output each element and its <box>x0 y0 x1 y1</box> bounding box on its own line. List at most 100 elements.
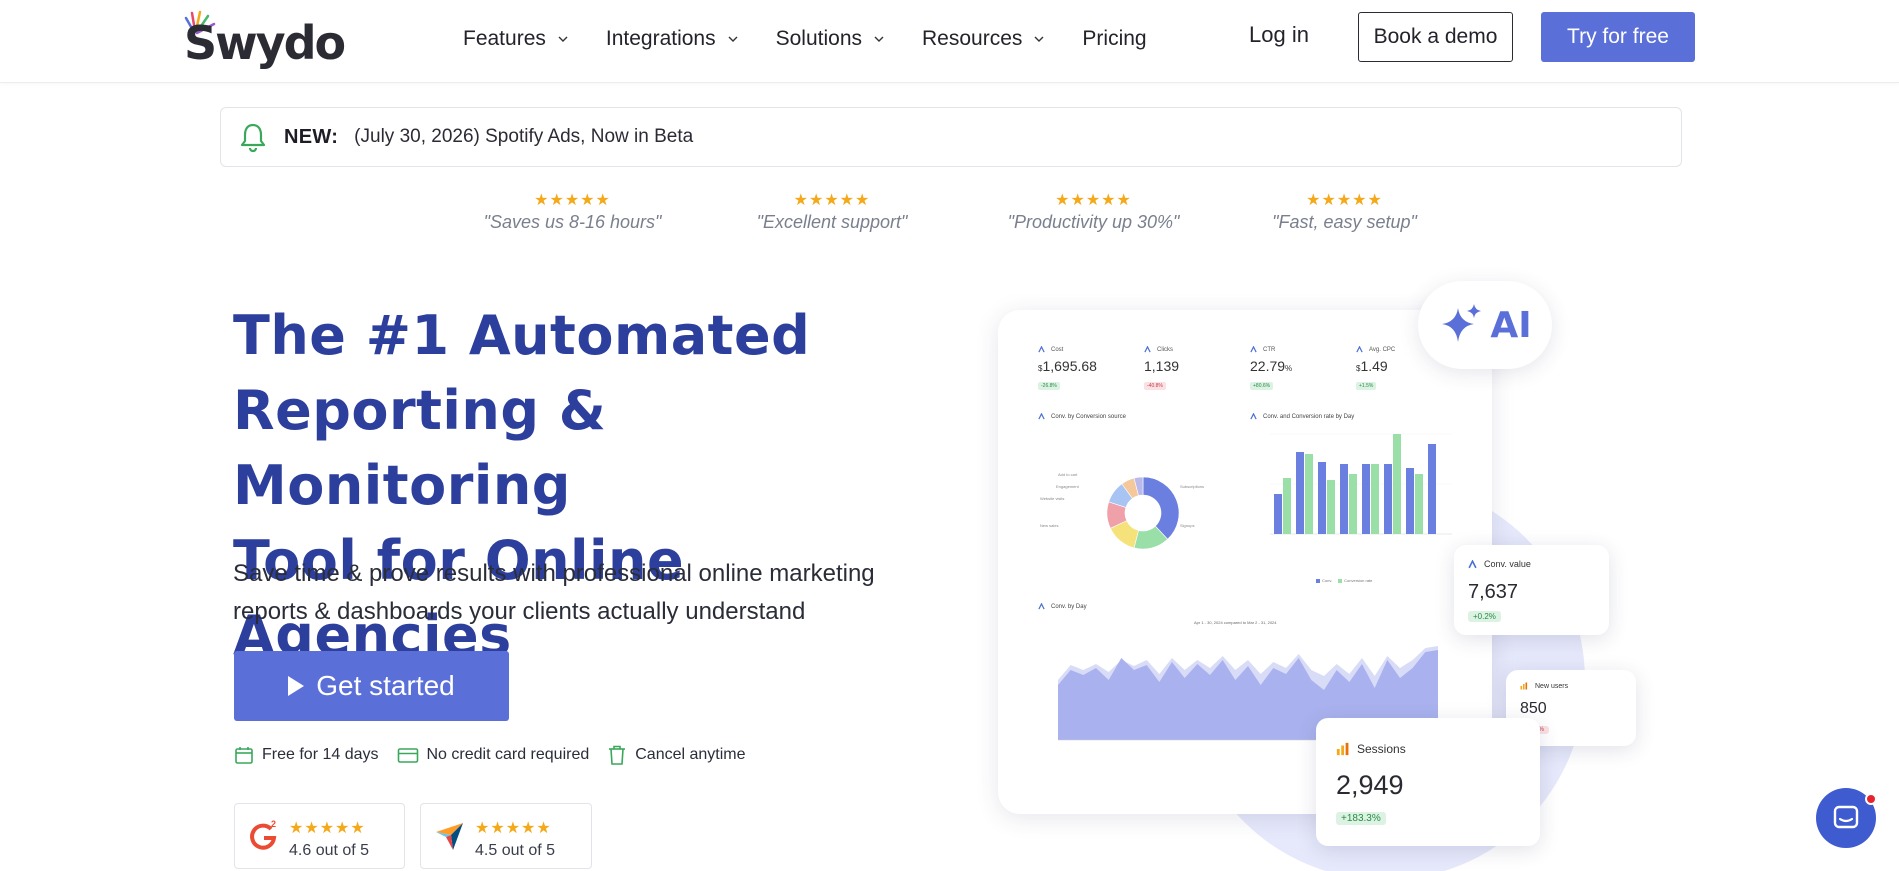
logo-wordmark: Swydo <box>184 16 346 70</box>
nav-item-pricing[interactable]: Pricing <box>1082 24 1146 54</box>
chevron-down-icon <box>558 36 568 42</box>
bar <box>1415 474 1423 534</box>
legend-item: Conv. <box>1316 578 1332 583</box>
capterra-review-card[interactable]: ★★★★★ 4.5 out of 5 <box>420 803 592 869</box>
bar <box>1305 454 1313 534</box>
bar <box>1283 478 1291 534</box>
bar <box>1274 494 1282 534</box>
login-link[interactable]: Log in <box>1249 22 1309 48</box>
donut-slice <box>1142 476 1180 540</box>
google-ads-icon <box>1038 603 1045 610</box>
donut-chart <box>1106 476 1180 550</box>
google-ads-icon <box>1468 559 1477 568</box>
kpi-delta: -40.8% <box>1144 382 1166 390</box>
legend-item: Conversion rate <box>1338 578 1372 583</box>
bar-chart <box>1270 433 1452 535</box>
analytics-icon <box>1336 742 1349 756</box>
hero-title-line: The #1 Automated <box>233 304 811 367</box>
hero-title-line: Reporting & Monitoring <box>233 379 607 517</box>
area-chart-title: Conv. by Day <box>1038 603 1087 610</box>
hero-subtitle-line: reports & dashboards your clients actual… <box>233 598 806 625</box>
try-free-button[interactable]: Try for free <box>1541 12 1695 62</box>
nav-item-resources[interactable]: Resources <box>922 24 1046 54</box>
ai-badge: AI <box>1418 281 1552 369</box>
bar <box>1340 464 1348 534</box>
perk-label: No credit card required <box>426 746 590 763</box>
card-delta: +0.2% <box>1468 611 1501 622</box>
testimonial-strip: ★★★★★ "Saves us 8-16 hours" ★★★★★ "Excel… <box>0 190 1899 240</box>
bar <box>1384 464 1392 534</box>
sparkle-icon <box>1442 304 1482 342</box>
analytics-icon <box>1520 682 1528 690</box>
bar <box>1371 464 1379 534</box>
get-started-button[interactable]: Get started <box>234 651 509 721</box>
chevron-down-icon <box>728 36 738 42</box>
testimonial-item: ★★★★★ "Excellent support" <box>747 190 917 233</box>
notification-dot <box>1865 793 1877 805</box>
top-navigation: Swydo Features Integrations Solutions Re… <box>0 0 1899 83</box>
card-label-text: New users <box>1535 682 1569 690</box>
bar <box>1327 480 1335 534</box>
book-demo-button[interactable]: Book a demo <box>1358 12 1513 62</box>
nav-item-solutions[interactable]: Solutions <box>776 24 886 54</box>
card-label: New users <box>1520 682 1568 690</box>
perk-item: Cancel anytime <box>607 744 746 766</box>
perk-label: Cancel anytime <box>635 746 746 763</box>
ai-label: AI <box>1490 304 1532 346</box>
swydo-logo[interactable]: Swydo <box>184 10 346 72</box>
legend-label: Conversion rate <box>1344 578 1373 583</box>
credit-card-icon <box>397 748 418 763</box>
google-ads-icon <box>1356 346 1363 353</box>
kpi-value: 1,695.68 <box>1042 358 1097 374</box>
google-ads-icon <box>1038 413 1045 420</box>
kpi-label: Clicks <box>1157 346 1173 353</box>
chevron-down-icon <box>1034 36 1044 42</box>
donut-label: New sales <box>1040 523 1059 528</box>
donut-label: Signups <box>1180 523 1195 528</box>
announcement-bar[interactable]: NEW: (July 30, 2026) Spotify Ads, Now in… <box>220 107 1682 167</box>
star-rating: ★★★★★ <box>1055 192 1132 209</box>
google-ads-icon <box>1250 413 1257 420</box>
g2-review-card[interactable]: 2 ★★★★★ 4.6 out of 5 <box>234 803 405 869</box>
bar <box>1318 462 1326 534</box>
announcement-tag: NEW: <box>284 125 339 148</box>
kpi-label: CTR <box>1263 346 1276 353</box>
chart-title-text: Conv. by Day <box>1051 603 1087 610</box>
donut-label: Engagement <box>1056 484 1079 489</box>
conv-value-card: Conv. value 7,637 +0.2% <box>1454 545 1609 635</box>
star-rating: ★★★★★ <box>475 820 552 837</box>
card-delta: +183.3% <box>1336 812 1386 825</box>
nav-label: Solutions <box>775 27 863 50</box>
testimonial-item: ★★★★★ "Saves us 8-16 hours" <box>480 190 665 233</box>
kpi-value: 22.79 <box>1250 358 1286 374</box>
announcement-text: (July 30, 2026) Spotify Ads, Now in Beta <box>354 126 694 147</box>
main-menu: Features Integrations Solutions Resource… <box>463 24 1183 54</box>
bar <box>1362 464 1370 534</box>
nav-item-integrations[interactable]: Integrations <box>606 24 740 54</box>
bell-icon <box>240 123 266 153</box>
nav-label: Features <box>463 27 546 50</box>
perk-item: Free for 14 days <box>234 745 379 765</box>
testimonial-quote: "Saves us 8-16 hours" <box>483 212 662 232</box>
kpi-cost: Cost $1,695.68 -26.8% <box>1038 346 1097 392</box>
card-value: 850 <box>1520 700 1547 717</box>
testimonial-quote: "Productivity up 30%" <box>1007 212 1180 232</box>
bar-chart-title: Conv. and Conversion rate by Day <box>1250 413 1354 420</box>
svg-text:2: 2 <box>271 819 276 829</box>
bar <box>1296 452 1304 534</box>
play-icon <box>288 676 305 696</box>
g2-logo-icon: 2 <box>250 819 277 850</box>
card-value: 7,637 <box>1468 581 1519 603</box>
get-started-label: Get started <box>316 670 455 701</box>
card-label: Conv. value <box>1468 559 1531 569</box>
testimonial-item: ★★★★★ "Fast, easy setup" <box>1262 190 1427 233</box>
nav-item-features[interactable]: Features <box>463 24 570 54</box>
calendar-icon <box>235 747 253 764</box>
kpi-label: Avg. CPC <box>1369 346 1396 353</box>
signup-perks: Free for 14 days No credit card required… <box>234 744 764 766</box>
capterra-logo-icon <box>436 823 463 850</box>
google-ads-icon <box>1038 346 1045 353</box>
chart-title-text: Conv. by Conversion source <box>1051 413 1126 420</box>
bar <box>1428 444 1436 534</box>
testimonial-item: ★★★★★ "Productivity up 30%" <box>1001 190 1186 233</box>
